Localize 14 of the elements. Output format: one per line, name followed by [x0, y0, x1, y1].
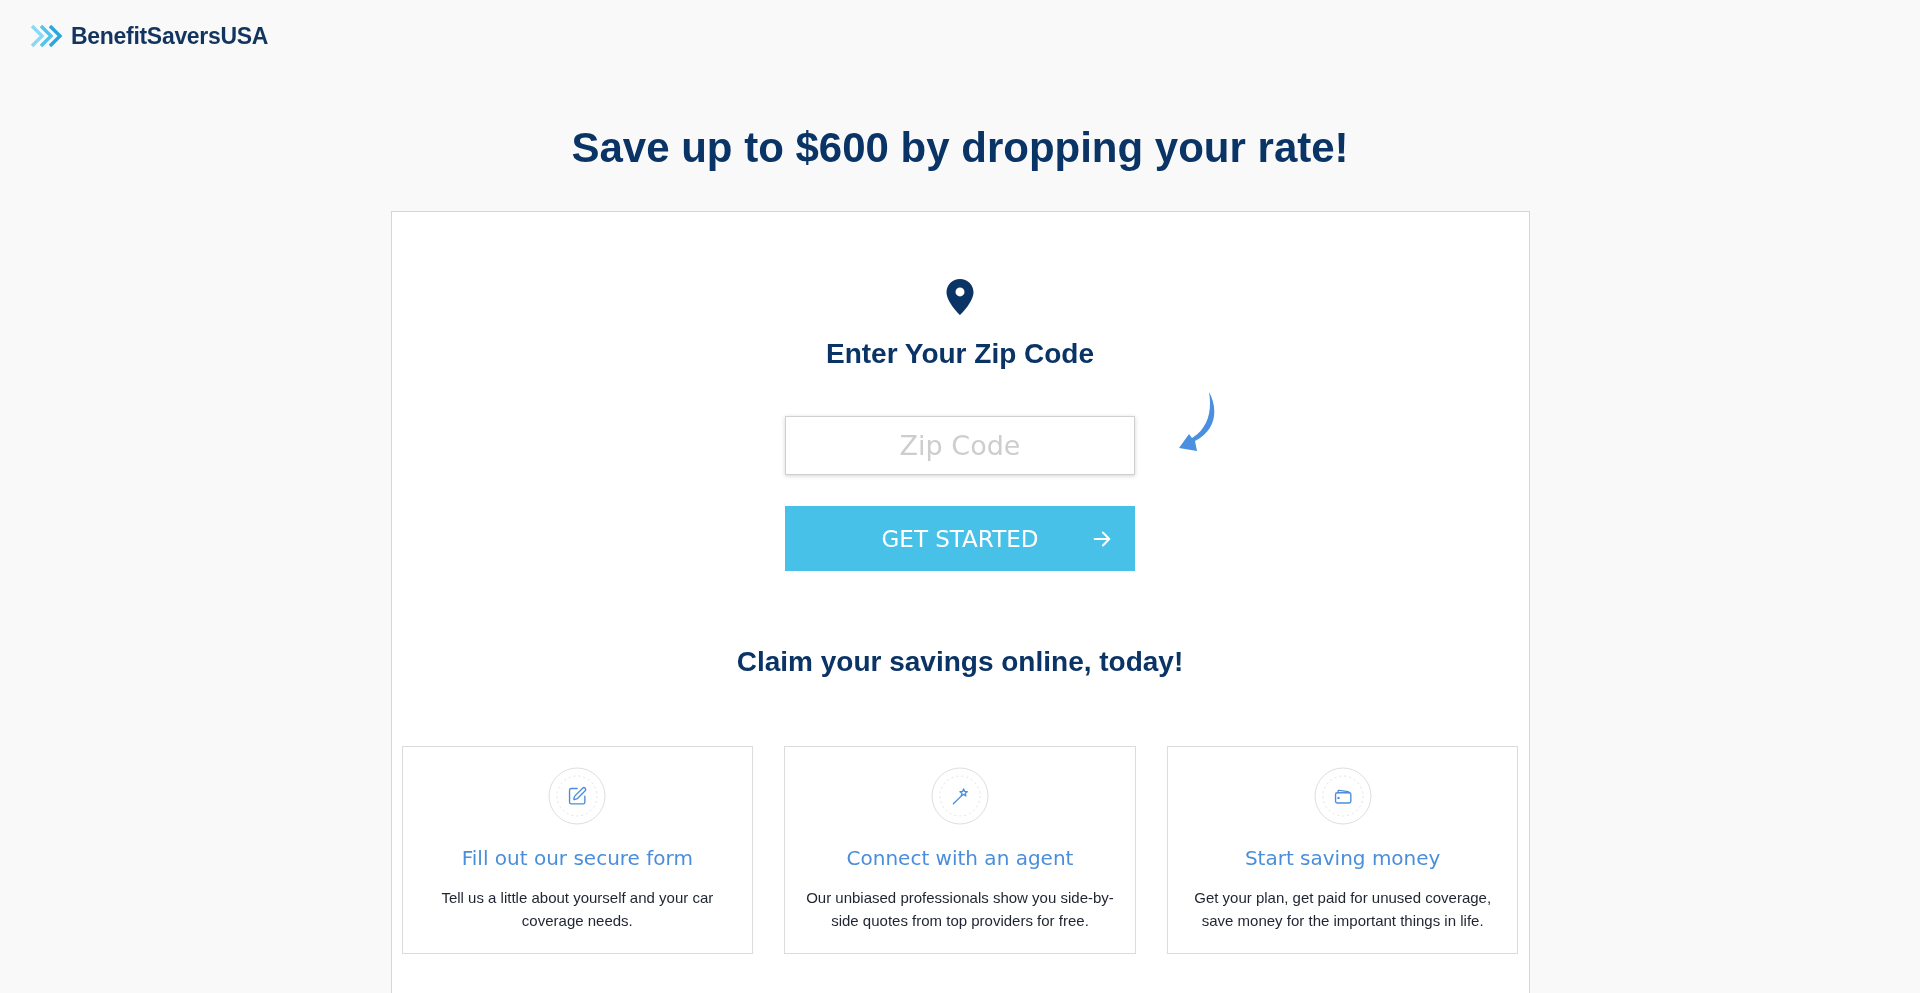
step-description: Our unbiased professionals show you side-by-side quotes from top providers for free. [805, 888, 1115, 931]
savings-subheading: Claim your savings online, today! [736, 645, 1184, 679]
wallet-icon [1313, 767, 1372, 825]
step-title: Fill out our secure form [461, 845, 693, 871]
step-description: Get your plan, get paid for unused coverage, save money for the important things in life. [1193, 888, 1493, 931]
step-title: Connect with an agent [846, 845, 1074, 871]
magic-wand-icon [931, 767, 989, 825]
step-title: Start saving money [1244, 845, 1441, 871]
get-started-button[interactable]: GET STARTED [785, 506, 1135, 571]
zip-form-title: Enter Your Zip Code [825, 337, 1095, 371]
logo-text: BenefitSaversUSA [71, 22, 269, 50]
location-pin-icon [946, 279, 974, 315]
step-description: Tell us a little about yourself and your car coverage needs. [440, 888, 715, 931]
page-headline: Save up to $600 by dropping your rate! [571, 123, 1349, 173]
